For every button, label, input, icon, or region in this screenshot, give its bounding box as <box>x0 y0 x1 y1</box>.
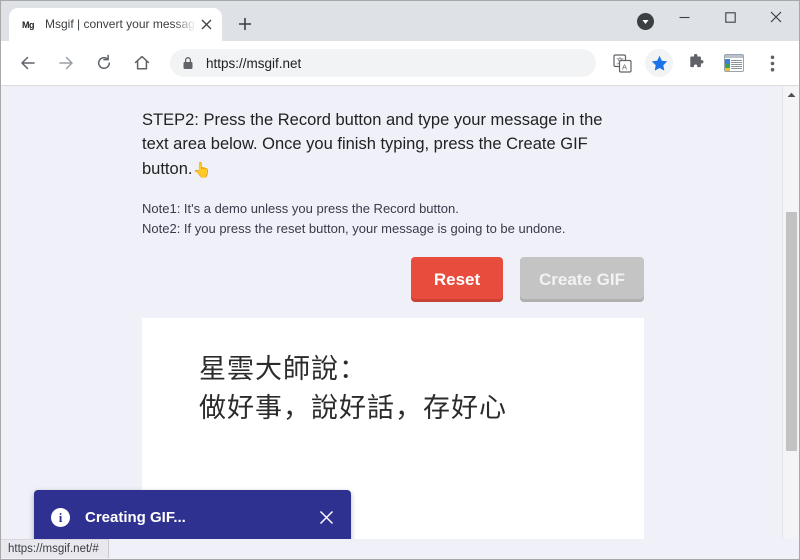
note-2: Note2: If you press the reset button, yo… <box>142 219 662 239</box>
tab-strip: Mg Msgif | convert your message in <box>1 1 799 41</box>
tab-close-button[interactable] <box>196 15 216 35</box>
close-icon <box>201 19 212 30</box>
bookmark-button[interactable] <box>645 49 673 77</box>
svg-text:A: A <box>622 62 627 71</box>
step-instruction: STEP2: Press the Record button and type … <box>142 108 622 182</box>
create-gif-button[interactable]: Create GIF <box>520 257 644 302</box>
translate-icon: 文 A <box>613 54 632 73</box>
chevron-up-icon <box>787 92 796 98</box>
new-tab-button[interactable] <box>231 10 259 38</box>
window-close-button[interactable] <box>753 1 799 33</box>
profile-button[interactable] <box>720 49 748 77</box>
home-icon <box>133 54 151 72</box>
toast-close-button[interactable] <box>316 510 336 525</box>
message-line-2: 做好事，說好話，存好心 <box>199 390 644 428</box>
profile-avatar-icon <box>724 54 744 72</box>
pointing-hand-icon: 👆 <box>192 162 211 179</box>
page-body: STEP2: Press the Record button and type … <box>1 86 782 302</box>
forward-arrow-icon <box>57 54 75 72</box>
lock-icon <box>182 56 196 70</box>
note-1: Note1: It's a demo unless you press the … <box>142 199 662 219</box>
translate-button[interactable]: 文 A <box>608 49 636 77</box>
info-icon: i <box>51 508 70 527</box>
browser-tab[interactable]: Mg Msgif | convert your message in <box>9 8 222 41</box>
chrome-menu-button[interactable] <box>758 49 786 77</box>
toast-notification: i Creating GIF... <box>34 490 351 545</box>
web-page-content: STEP2: Press the Record button and type … <box>1 86 782 558</box>
reset-button[interactable]: Reset <box>411 257 503 302</box>
download-indicator[interactable] <box>637 13 654 30</box>
window-controls <box>661 1 799 33</box>
browser-window: Mg Msgif | convert your message in <box>0 0 800 560</box>
back-button[interactable] <box>14 49 42 77</box>
toast-message: Creating GIF... <box>85 509 316 526</box>
back-arrow-icon <box>19 54 37 72</box>
minimize-button[interactable] <box>661 1 707 33</box>
action-button-row: Reset Create GIF <box>142 257 644 302</box>
kebab-menu-icon <box>770 54 775 73</box>
url-text: https://msgif.net <box>206 56 301 71</box>
download-arrow-icon <box>641 17 650 26</box>
puzzle-piece-icon <box>687 54 705 72</box>
close-icon <box>770 11 782 23</box>
minimize-icon <box>679 12 690 23</box>
home-button[interactable] <box>128 49 156 77</box>
plus-icon <box>238 17 252 31</box>
msgif-favicon: Mg <box>20 17 36 33</box>
browser-toolbar: https://msgif.net 文 A <box>1 41 799 86</box>
forward-button[interactable] <box>52 49 80 77</box>
page-scrollbar[interactable] <box>782 86 799 558</box>
maximize-icon <box>725 12 736 23</box>
extensions-button[interactable] <box>682 49 710 77</box>
close-icon <box>319 510 334 525</box>
reload-icon <box>95 54 113 72</box>
status-link-url: https://msgif.net/# <box>1 539 109 558</box>
reload-button[interactable] <box>90 49 118 77</box>
page-viewport: STEP2: Press the Record button and type … <box>1 86 799 558</box>
scrollbar-thumb[interactable] <box>786 212 797 451</box>
status-bar: https://msgif.net/# <box>1 539 799 558</box>
maximize-button[interactable] <box>707 1 753 33</box>
address-bar[interactable]: https://msgif.net <box>170 49 596 77</box>
notes-block: Note1: It's a demo unless you press the … <box>142 199 782 239</box>
star-filled-icon <box>651 55 668 72</box>
scroll-up-button[interactable] <box>783 86 799 103</box>
tab-title: Msgif | convert your message in <box>45 8 196 41</box>
message-line-1: 星雲大師說： <box>199 351 644 389</box>
